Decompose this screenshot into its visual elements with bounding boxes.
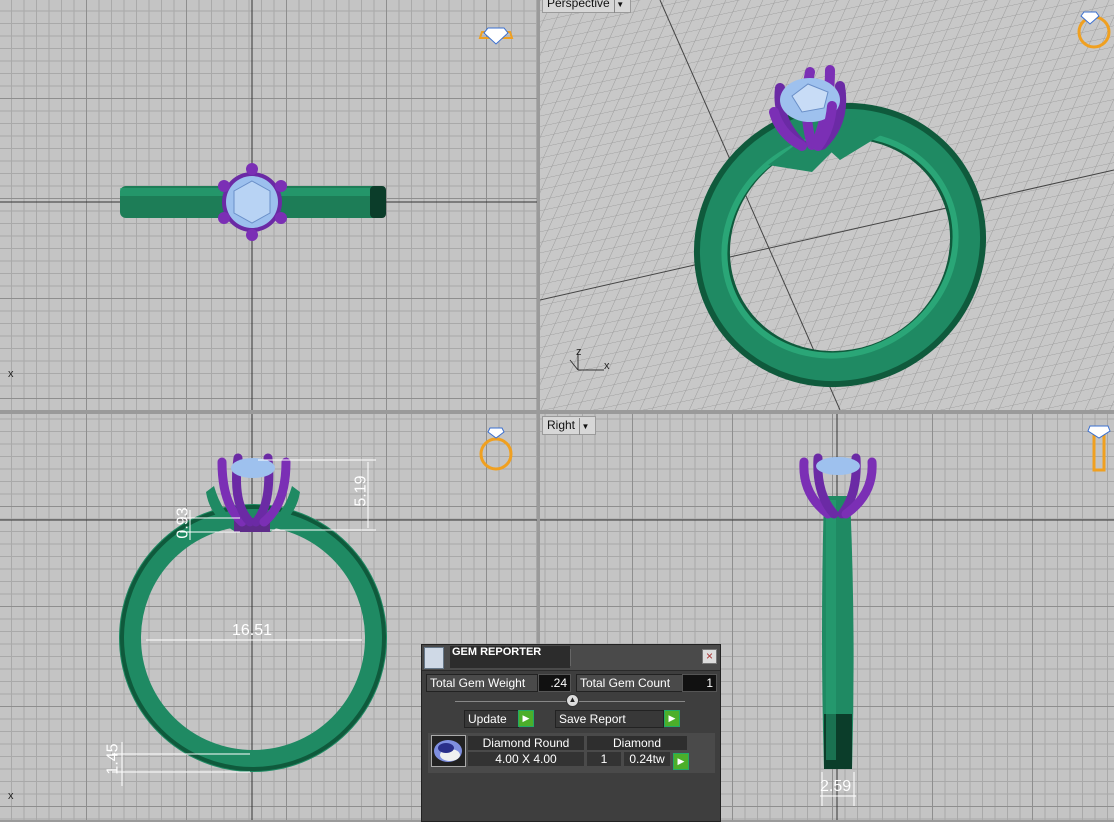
- axis-x-label: x: [604, 360, 610, 372]
- diamond-round-icon: [434, 740, 462, 762]
- play-icon[interactable]: ▶: [673, 753, 689, 770]
- table-header-shape: Diamond Round: [468, 736, 584, 750]
- play-icon[interactable]: ▶: [518, 710, 534, 727]
- viewport-top[interactable]: x: [0, 0, 537, 410]
- table-cell-count: 1: [587, 752, 621, 766]
- view-cube-right: [1087, 425, 1111, 472]
- update-button[interactable]: Update: [464, 710, 519, 728]
- chevron-down-icon[interactable]: ▼: [613, 0, 626, 13]
- ring-front-view: [119, 453, 387, 772]
- axis-z-label: z: [576, 346, 582, 358]
- axis-x-label: x: [8, 790, 14, 802]
- total-gem-count-label: Total Gem Count: [576, 674, 684, 692]
- gem-thumbnail: [431, 735, 466, 767]
- close-icon[interactable]: ×: [702, 649, 717, 664]
- gem-reporter-title: GEM REPORTER: [450, 646, 570, 668]
- gem-table: Diamond Round Diamond 4.00 X 4.00 1 0.24…: [428, 733, 715, 773]
- table-cell-weight: 0.24tw: [624, 752, 670, 766]
- report-icon: [424, 647, 444, 669]
- gem-reporter-titlebar[interactable]: GEM REPORTER ×: [422, 645, 720, 671]
- ring-side-view: [799, 453, 877, 769]
- dimension-seat: 0.93: [174, 507, 192, 539]
- perspective-scene: [540, 0, 1114, 410]
- play-icon[interactable]: ▶: [664, 710, 680, 727]
- title-separator: [570, 649, 571, 666]
- perspective-label-text: Perspective: [547, 0, 610, 10]
- total-gem-count-value: 1: [682, 674, 717, 692]
- ring-top-view: [120, 163, 386, 241]
- total-gem-weight-value: .24: [538, 674, 571, 692]
- axis-x-label: x: [8, 368, 14, 380]
- dimension-band-width: 2.59: [820, 778, 852, 795]
- viewport-perspective[interactable]: Perspective ▼ z x: [540, 0, 1114, 410]
- dimension-height: 5.19: [352, 475, 370, 507]
- view-cube-top: [478, 27, 514, 45]
- chevron-down-icon[interactable]: ▼: [579, 418, 591, 435]
- save-report-button[interactable]: Save Report: [555, 710, 664, 728]
- top-scene: [0, 0, 537, 410]
- viewport-label-right[interactable]: Right ▼: [542, 416, 597, 435]
- view-cube-front: [479, 427, 513, 471]
- viewport-label-perspective[interactable]: Perspective ▼: [542, 0, 631, 13]
- dimension-band-thickness: 1.45: [104, 743, 122, 775]
- total-gem-weight-label: Total Gem Weight: [426, 674, 538, 692]
- table-cell-size: 4.00 X 4.00: [468, 752, 584, 766]
- gem-reporter-panel: GEM REPORTER × Total Gem Weight .24 Tota…: [421, 644, 721, 822]
- dimension-inner-diameter: 16.51: [232, 622, 273, 639]
- right-label-text: Right: [547, 418, 576, 432]
- collapse-knob[interactable]: ▲: [566, 694, 579, 707]
- table-header-type: Diamond: [587, 736, 687, 750]
